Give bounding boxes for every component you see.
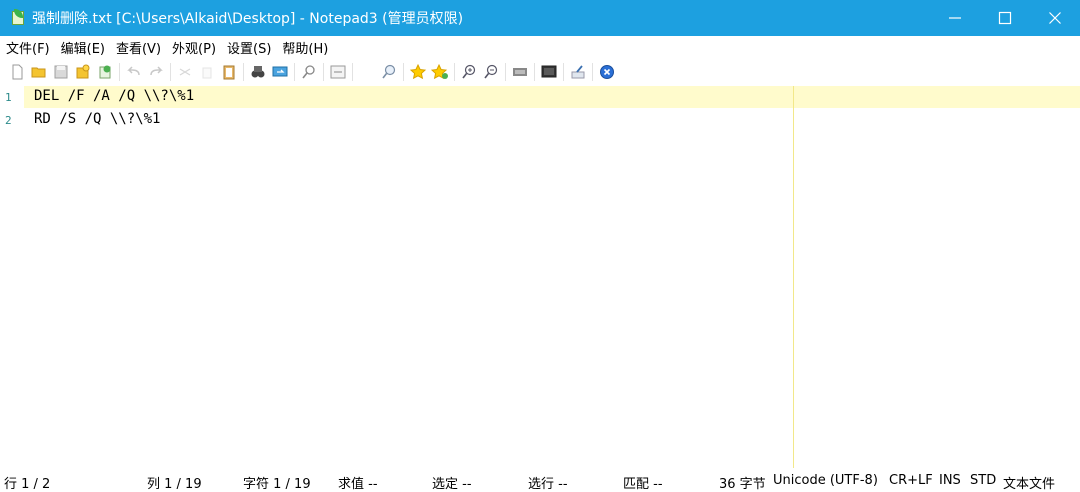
bookmark-button[interactable] [407,61,429,83]
menu-settings[interactable]: 设置(S) [221,38,276,57]
status-bytes[interactable]: 36 字节 [719,473,766,492]
new-file-icon [12,64,23,80]
toolbar-separator [534,63,535,81]
cut-icon [179,68,191,76]
status-value[interactable]: 求值 -- [338,473,378,492]
redo-button[interactable] [145,61,167,83]
maximize-icon [998,11,1012,25]
toolbar-separator [563,63,564,81]
toolbar-separator [352,63,353,81]
minimize-button[interactable] [930,0,980,36]
status-encoding[interactable]: Unicode (UTF-8) [773,473,878,488]
menu-bar: 文件(F) 编辑(E) 查看(V) 外观(P) 设置(S) 帮助(H) [0,36,1080,58]
pin-button[interactable] [567,61,589,83]
find-button[interactable] [247,61,269,83]
status-bar: 行 1 / 2 列 1 / 19 字符 1 / 19 求值 -- 选定 -- 选… [0,470,1080,492]
blank-button[interactable] [356,61,378,83]
status-selection[interactable]: 选定 -- [432,473,472,492]
zoom-out-button[interactable] [480,61,502,83]
toolbar-separator [505,63,506,81]
goto-icon [302,65,315,79]
status-match[interactable]: 匹配 -- [623,473,663,492]
save-icon [54,65,68,79]
word-wrap-button[interactable] [327,61,349,83]
replace-icon [272,66,288,77]
status-selected-lines[interactable]: 选行 -- [528,473,568,492]
schema-icon [513,68,527,76]
status-character[interactable]: 字符 1 / 19 [243,473,311,492]
paste-button[interactable] [218,61,240,83]
status-column[interactable]: 列 1 / 19 [147,473,202,492]
zoom-in-icon [462,64,476,79]
toolbar-separator [170,63,171,81]
toolbar-separator [243,63,244,81]
notepad3-app-icon[interactable] [10,9,26,26]
toolbar-separator [323,63,324,81]
line-number-gutter [0,86,24,468]
add-bookmark-icon [431,63,448,80]
menu-appearance[interactable]: 外观(P) [166,38,221,57]
copy-button[interactable] [196,61,218,83]
menu-file[interactable]: 文件(F) [0,38,55,57]
close-button[interactable] [1030,0,1080,36]
status-std[interactable]: STD [970,473,996,488]
undo-button[interactable] [123,61,145,83]
toolbar-separator [294,63,295,81]
menu-view[interactable]: 查看(V) [110,38,166,57]
open-button[interactable] [28,61,50,83]
open-folder-icon [31,67,46,78]
save-as-button[interactable] [72,61,94,83]
menu-edit[interactable]: 编辑(E) [55,38,110,57]
status-insert-mode[interactable]: INS [939,473,961,488]
exit-icon [600,65,614,79]
new-file-button[interactable] [6,61,28,83]
minimize-icon [949,17,961,19]
paste-icon [223,65,235,80]
replace-button[interactable] [269,61,291,83]
close-icon [1049,12,1061,24]
screen-button[interactable] [538,61,560,83]
zoom-in-button[interactable] [458,61,480,83]
toolbar [0,60,1080,84]
toolbar-separator [592,63,593,81]
copy-icon [202,67,212,79]
status-line[interactable]: 行 1 / 2 [4,473,50,492]
code-line[interactable]: RD /S /Q \\?\%1 [34,111,160,127]
zoom-out-icon [484,64,498,79]
window-title: 强制删除.txt [C:\Users\Alkaid\Desktop] - Not… [32,11,464,27]
long-line-marker [793,86,794,468]
find-icon [251,66,265,78]
toolbar-separator [119,63,120,81]
goto-button[interactable] [298,61,320,83]
save-button[interactable] [50,61,72,83]
add-bookmark-button[interactable] [429,61,451,83]
status-eol[interactable]: CR+LF [889,473,933,488]
maximize-button[interactable] [980,0,1030,36]
menu-help[interactable]: 帮助(H) [276,38,333,57]
redo-icon [150,66,163,76]
schema-button[interactable] [509,61,531,83]
toolbar-separator [454,63,455,81]
recent-files-button[interactable] [94,61,116,83]
screen-icon [541,65,557,78]
editor[interactable]: 1 2 DEL /F /A /Q \\?\%1 RD /S /Q \\?\%1 [0,86,1080,468]
bookmark-icon [409,63,427,80]
undo-icon [127,66,140,76]
zoom-search-button[interactable] [378,61,400,83]
line-number: 1 [5,91,12,104]
title-bar[interactable]: 强制删除.txt [C:\Users\Alkaid\Desktop] - Not… [0,0,1080,36]
zoom-search-icon [382,64,396,79]
line-number: 2 [5,114,12,127]
blank-icon [358,63,376,81]
code-line[interactable]: DEL /F /A /Q \\?\%1 [34,88,194,104]
save-as-icon [76,64,90,79]
toolbar-separator [403,63,404,81]
exit-button[interactable] [596,61,618,83]
cut-button[interactable] [174,61,196,83]
status-lexer[interactable]: 文本文件 [1003,473,1055,492]
recent-files-icon [99,65,111,79]
pin-icon [571,65,585,79]
word-wrap-icon [330,65,346,79]
